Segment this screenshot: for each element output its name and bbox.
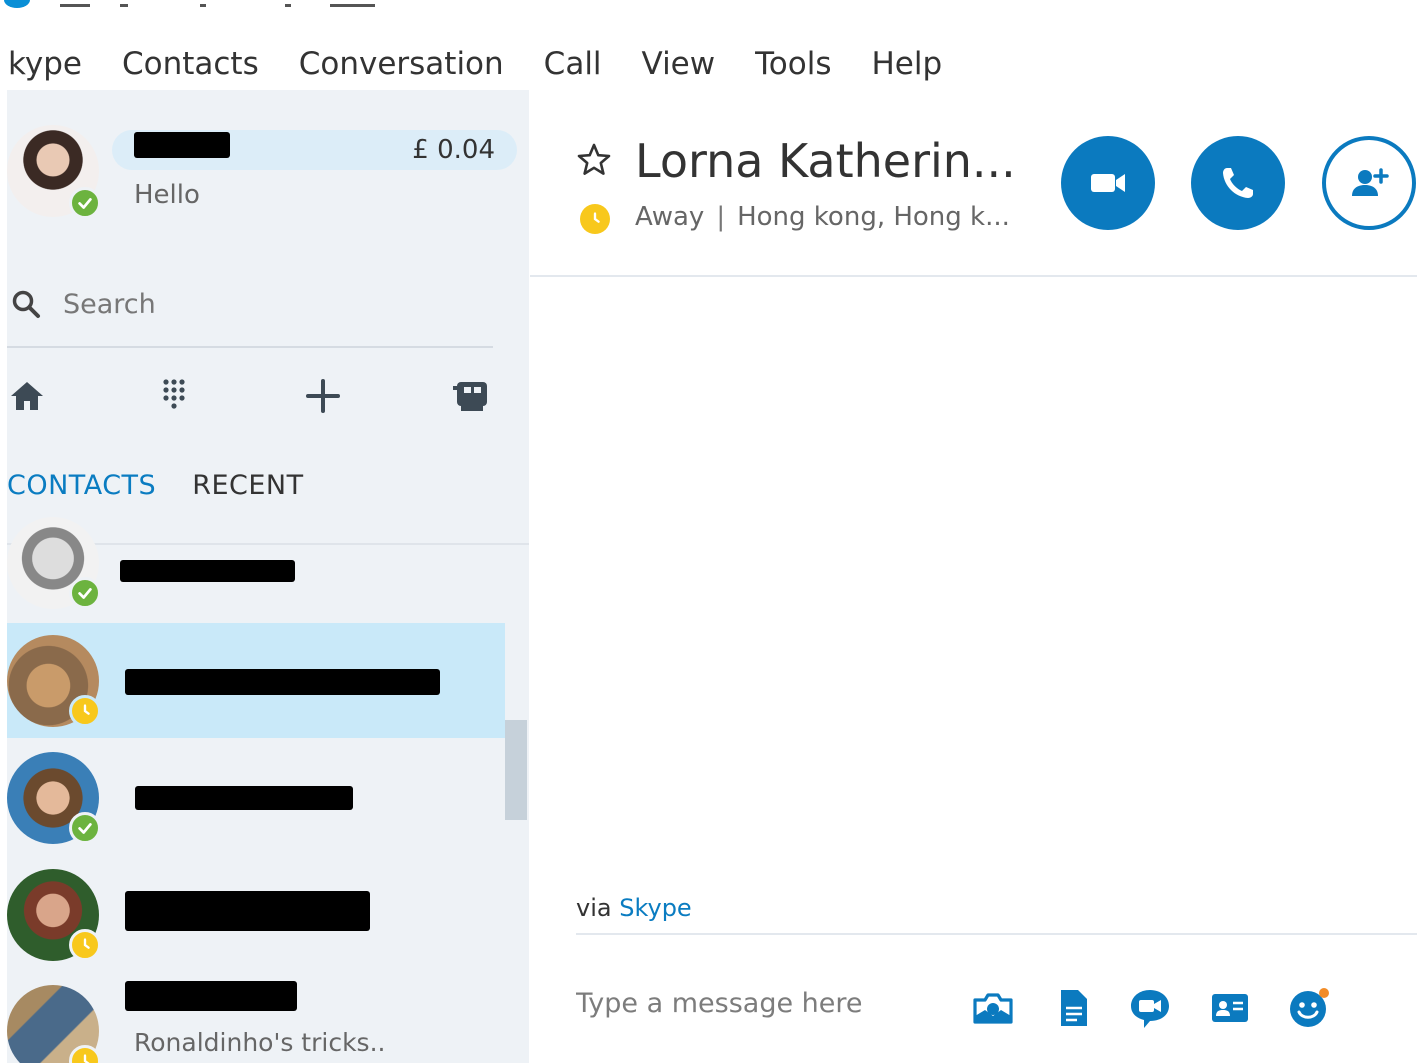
- via-prefix: via: [576, 894, 612, 922]
- conversation-contact-name[interactable]: Lorna Katherin...: [635, 134, 1016, 188]
- search-input[interactable]: [63, 284, 463, 324]
- contact-list: Ronaldinho's tricks..: [7, 517, 529, 1063]
- redacted-name: [135, 786, 353, 810]
- menu-bar: kype Contacts Conversation Call View Too…: [0, 38, 1420, 90]
- redacted-name: [125, 669, 440, 695]
- menu-conversation[interactable]: Conversation: [299, 46, 504, 82]
- menu-call[interactable]: Call: [544, 46, 602, 82]
- contact-location: Hong kong, Hong k...: [737, 202, 1010, 232]
- mood-message[interactable]: Hello: [134, 180, 200, 210]
- contact-row[interactable]: [7, 857, 505, 972]
- menu-skype[interactable]: kype: [8, 46, 82, 82]
- contact-mood: Ronaldinho's tricks..: [134, 1028, 386, 1057]
- title-text-fragment: [60, 4, 90, 7]
- credit-balance[interactable]: £ 0.04: [412, 135, 495, 165]
- away-status-icon: [580, 204, 610, 234]
- home-icon[interactable]: [7, 376, 47, 416]
- away-status-icon: [69, 929, 101, 961]
- favorite-star-icon[interactable]: [576, 142, 612, 178]
- contact-tabs: CONTACTS RECENT: [7, 470, 340, 506]
- video-camera-icon: [1091, 174, 1125, 192]
- contact-list-scrollbar[interactable]: [505, 720, 527, 820]
- contact-status-line: Away | Hong kong, Hong k...: [635, 202, 1010, 232]
- contact-row[interactable]: [7, 505, 505, 620]
- nav-toolbar: [7, 370, 497, 420]
- contact-row-selected[interactable]: [7, 623, 505, 738]
- voice-call-button[interactable]: [1191, 136, 1285, 230]
- redacted-name: [134, 132, 230, 158]
- video-message-icon[interactable]: [1128, 986, 1172, 1030]
- emoticon-icon[interactable]: [1287, 986, 1331, 1030]
- title-text-fragment: [330, 4, 375, 7]
- conversation-pane: Lorna Katherin... Away | Hong kong, Hong k…: [530, 90, 1420, 1063]
- menu-contacts[interactable]: Contacts: [122, 46, 259, 82]
- dialpad-icon[interactable]: [154, 376, 194, 416]
- contact-row[interactable]: [7, 740, 505, 855]
- away-status-icon: [69, 695, 101, 727]
- via-skype-label: via Skype: [576, 894, 692, 922]
- online-status-icon: [69, 812, 101, 844]
- contact-status: Away: [635, 202, 705, 232]
- add-person-icon: [1352, 168, 1389, 196]
- skype-link[interactable]: Skype: [619, 894, 691, 922]
- online-status-icon: [69, 187, 101, 219]
- tab-recent[interactable]: RECENT: [192, 470, 303, 506]
- contacts-book-icon[interactable]: [451, 376, 491, 416]
- conversation-header: Lorna Katherin... Away | Hong kong, Hong k…: [530, 90, 1417, 277]
- send-file-icon[interactable]: [1051, 986, 1095, 1030]
- message-input[interactable]: [576, 983, 956, 1023]
- sidebar: £ 0.04 Hello Search CONTACTS RECENT Rona…: [7, 90, 529, 1063]
- search-bar: [7, 278, 493, 348]
- redacted-name: [125, 891, 370, 931]
- status-separator: |: [716, 202, 726, 232]
- menu-view[interactable]: View: [642, 46, 716, 82]
- search-icon: [12, 290, 40, 318]
- title-text-fragment: [200, 4, 206, 7]
- title-bar: [0, 0, 1420, 12]
- redacted-name: [120, 560, 295, 582]
- online-status-icon: [69, 577, 101, 609]
- skype-logo-icon: [4, 0, 30, 8]
- profile-name-box[interactable]: £ 0.04: [112, 130, 517, 170]
- compose-divider: [576, 933, 1417, 935]
- redacted-name: [125, 981, 297, 1011]
- title-text-fragment: [120, 4, 128, 7]
- tab-contacts[interactable]: CONTACTS: [7, 470, 156, 506]
- send-photo-icon[interactable]: [971, 986, 1015, 1030]
- menu-help[interactable]: Help: [872, 46, 943, 82]
- video-call-button[interactable]: [1061, 136, 1155, 230]
- contact-row[interactable]: Ronaldinho's tricks..: [7, 973, 505, 1063]
- add-people-button[interactable]: [1322, 136, 1416, 230]
- add-icon[interactable]: [303, 376, 343, 416]
- phone-icon: [1223, 168, 1253, 198]
- send-contact-icon[interactable]: [1208, 986, 1252, 1030]
- title-text-fragment: [285, 4, 291, 7]
- menu-tools[interactable]: Tools: [755, 46, 831, 82]
- away-status-icon: [69, 1045, 101, 1063]
